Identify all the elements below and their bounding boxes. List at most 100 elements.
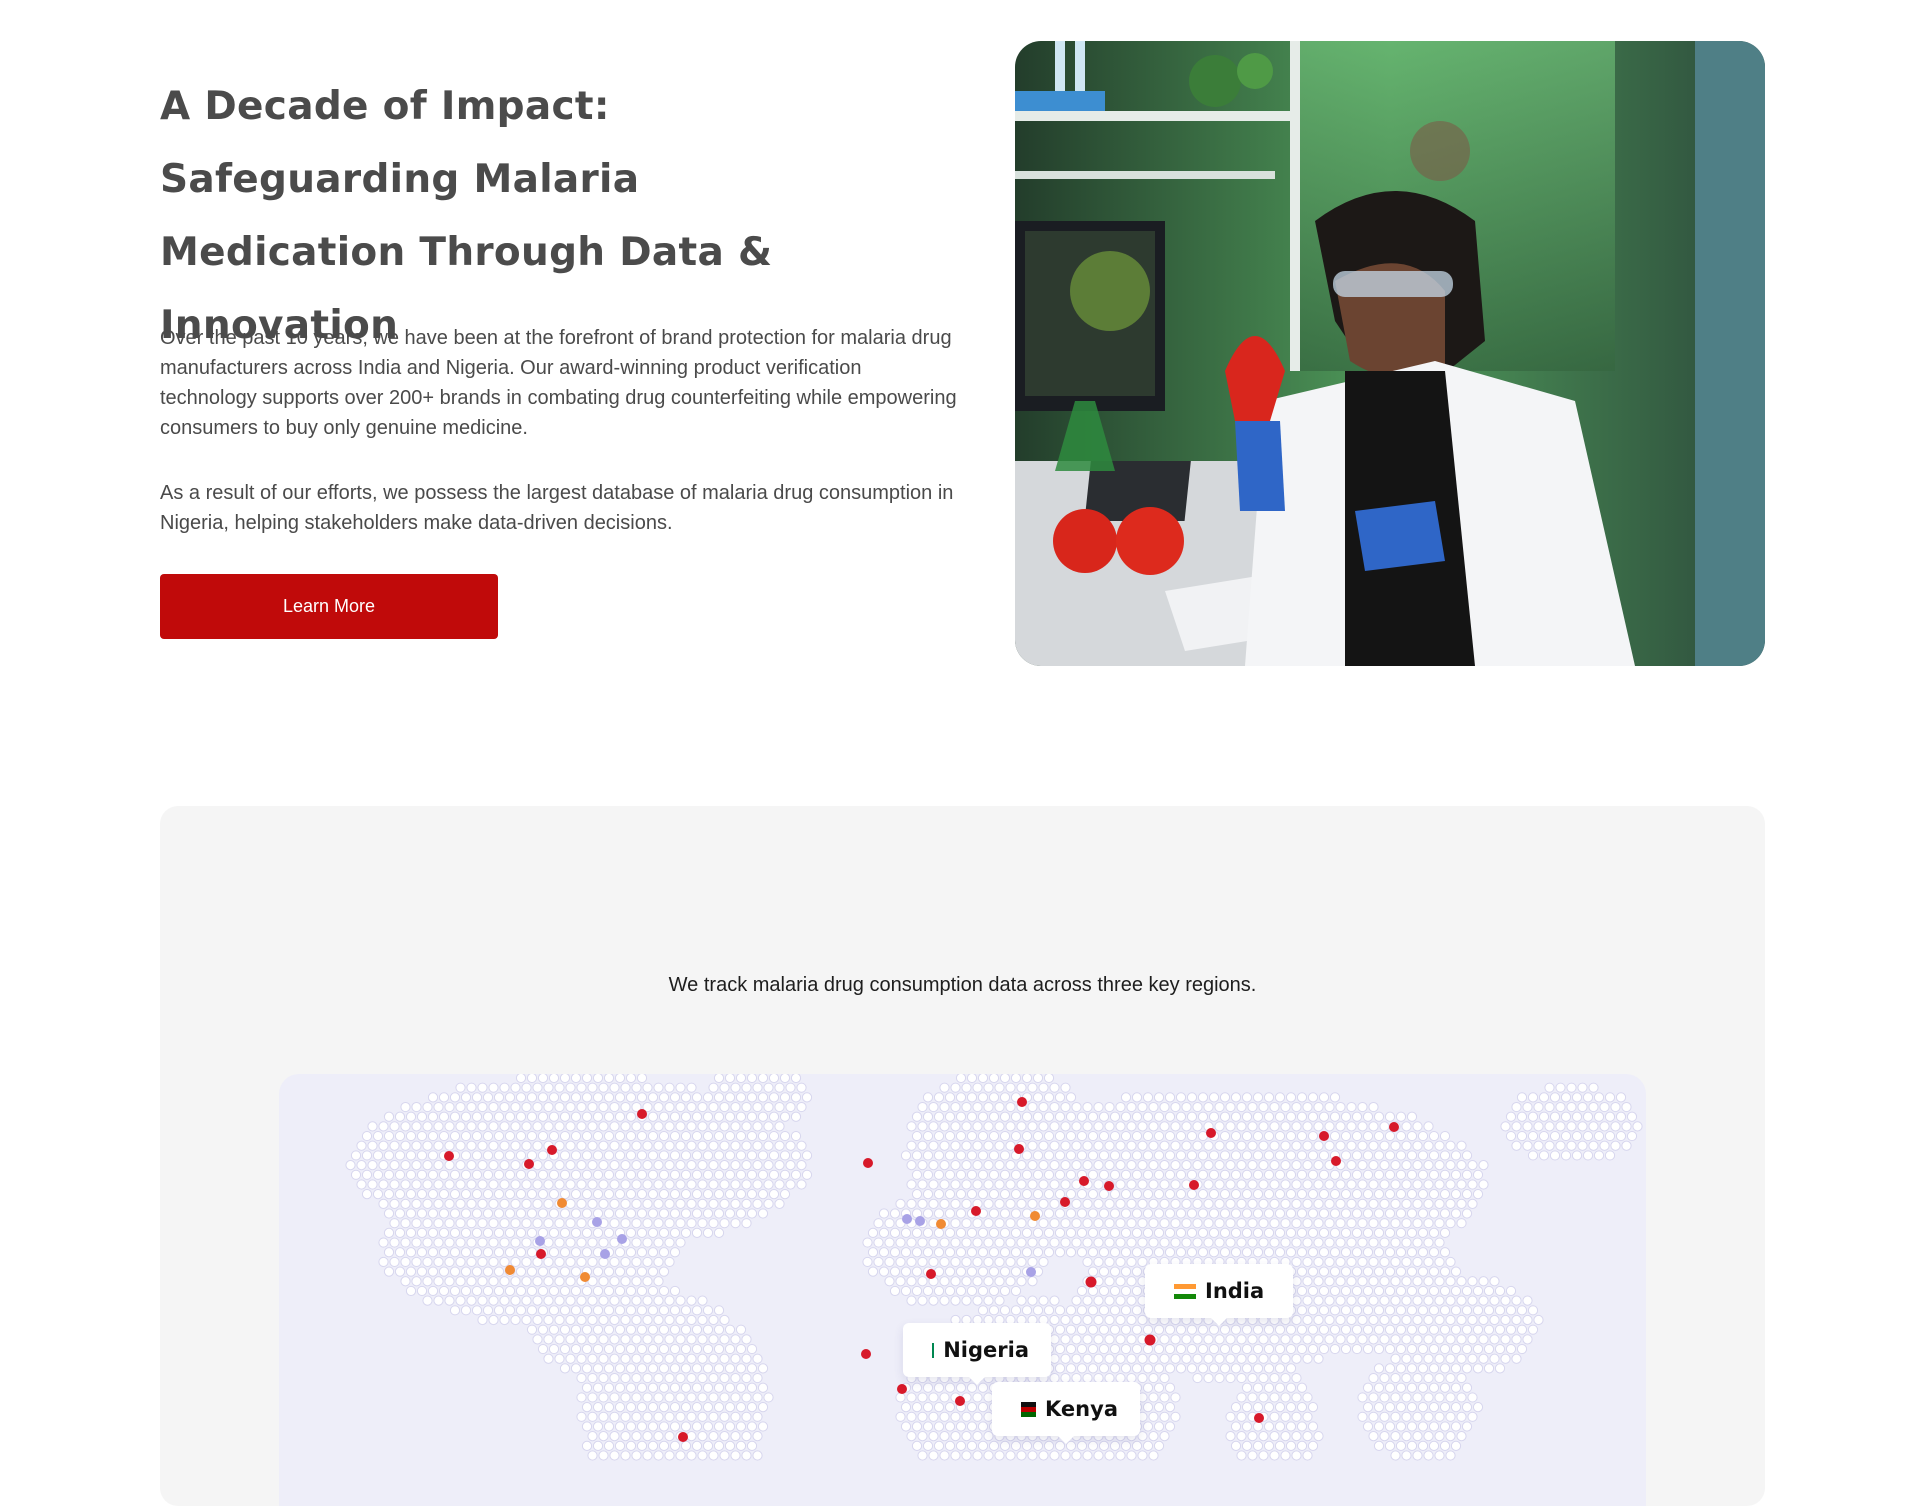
map-hex-dot — [1247, 1160, 1258, 1171]
map-hex-dot — [1258, 1353, 1269, 1364]
map-hex-dot — [702, 1111, 714, 1122]
map-hex-dot — [1142, 1227, 1154, 1238]
map-hex-dot — [713, 1324, 725, 1335]
map-hex-dot — [521, 1140, 532, 1151]
map-hex-dot — [1285, 1227, 1297, 1238]
map-hex-dot — [548, 1169, 560, 1180]
map-hex-dot — [477, 1082, 488, 1093]
map-hex-dot — [697, 1411, 708, 1422]
map-hex-dot — [559, 1247, 571, 1258]
map-hex-dot — [906, 1198, 917, 1209]
map-hex-dot — [1428, 1130, 1440, 1142]
map-hex-dot — [1263, 1150, 1275, 1161]
map-hex-dot — [922, 1402, 934, 1413]
map-hex-dot — [768, 1189, 780, 1200]
map-hex-dot — [763, 1101, 774, 1113]
map-hex-dot — [1307, 1189, 1319, 1200]
map-hex-dot — [1032, 1227, 1044, 1238]
map-hex-dot — [603, 1402, 615, 1413]
region-tag-india[interactable]: India — [1145, 1264, 1293, 1326]
map-hex-dot — [411, 1237, 422, 1248]
region-tag-nigeria[interactable]: Nigeria — [903, 1323, 1051, 1385]
map-hex-dot — [1043, 1247, 1055, 1258]
map-hex-dot — [625, 1363, 637, 1374]
map-hex-dot — [1423, 1314, 1434, 1326]
map-hex-dot — [1439, 1324, 1451, 1335]
map-hex-dot — [554, 1218, 565, 1229]
map-hex-dot — [950, 1276, 961, 1287]
map-hex-dot — [1082, 1160, 1093, 1171]
hex-world-map — [345, 1074, 1643, 1461]
map-hex-dot — [510, 1082, 521, 1093]
map-hex-dot — [642, 1140, 653, 1151]
map-hex-dot — [1274, 1382, 1286, 1393]
map-hex-dot — [416, 1208, 428, 1219]
map-hex-dot — [686, 1179, 697, 1190]
map-hex-dot — [1258, 1179, 1269, 1190]
map-hex-dot — [752, 1198, 763, 1209]
map-hex-dot — [427, 1266, 439, 1277]
map-hex-dot — [592, 1111, 604, 1122]
map-hex-dot — [1302, 1256, 1313, 1268]
map-hex-dot — [675, 1295, 686, 1306]
map-hex-dot — [625, 1382, 637, 1393]
map-hex-dot — [1384, 1208, 1396, 1219]
map-hex-dot — [631, 1392, 642, 1403]
map-hex-dot — [1307, 1402, 1319, 1413]
map-hex-dot — [658, 1189, 670, 1200]
map-hex-dot — [1225, 1121, 1236, 1132]
map-hex-dot — [565, 1334, 576, 1345]
map-hex-dot — [1357, 1218, 1368, 1229]
map-hex-dot — [1181, 1140, 1192, 1151]
map-hex-dot — [1417, 1150, 1429, 1161]
map-hex-dot — [675, 1160, 686, 1171]
map-hex-dot — [906, 1237, 917, 1248]
map-hex-dot — [1406, 1305, 1418, 1316]
map-hex-dot — [1252, 1402, 1264, 1413]
map-hex-dot — [559, 1130, 571, 1142]
map-marker — [617, 1234, 627, 1244]
map-hex-dot — [1115, 1450, 1126, 1461]
map-hex-dot — [565, 1179, 576, 1190]
map-hex-dot — [999, 1150, 1011, 1161]
map-hex-dot — [1412, 1450, 1423, 1461]
map-hex-dot — [1263, 1382, 1275, 1393]
region-tag-kenya[interactable]: Kenya — [992, 1382, 1140, 1444]
learn-more-button[interactable]: Learn More — [160, 574, 498, 639]
map-hex-dot — [482, 1092, 494, 1103]
map-hex-dot — [1109, 1247, 1121, 1258]
map-marker — [897, 1384, 907, 1394]
map-hex-dot — [1148, 1179, 1159, 1190]
map-hex-dot — [911, 1402, 923, 1413]
map-hex-dot — [1142, 1247, 1154, 1258]
map-hex-dot — [1357, 1276, 1368, 1287]
map-hex-dot — [625, 1421, 637, 1432]
map-hex-dot — [1560, 1111, 1572, 1122]
map-hex-dot — [642, 1198, 653, 1209]
map-hex-dot — [1368, 1411, 1379, 1422]
map-hex-dot — [1153, 1402, 1165, 1413]
map-hex-dot — [625, 1150, 637, 1161]
map-hex-dot — [1153, 1343, 1165, 1355]
map-hex-dot — [1439, 1208, 1451, 1219]
map-hex-dot — [763, 1198, 774, 1209]
map-hex-dot — [1258, 1431, 1269, 1442]
map-hex-dot — [1142, 1208, 1154, 1219]
map-hex-dot — [471, 1227, 483, 1238]
map-hex-dot — [697, 1140, 708, 1151]
map-hex-dot — [1142, 1189, 1154, 1200]
map-hex-dot — [1505, 1343, 1517, 1355]
map-hex-dot — [735, 1111, 747, 1122]
map-hex-dot — [1093, 1450, 1104, 1461]
map-hex-dot — [361, 1130, 373, 1142]
map-hex-dot — [961, 1431, 972, 1442]
map-marker — [1254, 1413, 1264, 1423]
map-hex-dot — [636, 1421, 648, 1432]
map-hex-dot — [1423, 1450, 1434, 1461]
map-hex-dot — [1324, 1276, 1335, 1287]
map-hex-dot — [1137, 1121, 1148, 1132]
map-hex-dot — [1082, 1353, 1093, 1364]
map-hex-dot — [697, 1198, 708, 1209]
map-hex-dot — [1043, 1074, 1055, 1084]
map-hex-dot — [570, 1227, 582, 1238]
